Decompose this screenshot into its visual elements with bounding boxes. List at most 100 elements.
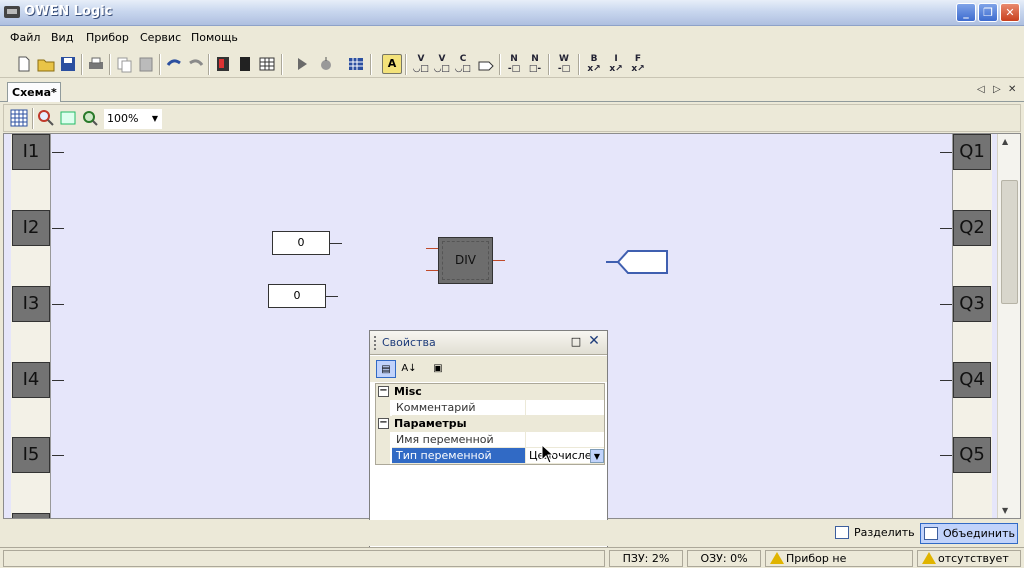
input-i5[interactable]: I5 [12,437,50,473]
property-value[interactable] [526,432,604,448]
const-c-icon[interactable]: C ◡□ [452,54,474,74]
device-status: Прибор не подключен [765,550,913,568]
app-icon [4,6,20,18]
menu-service[interactable]: Сервис [140,31,181,44]
output-q2[interactable]: Q2 [953,210,991,246]
property-row[interactable]: Тип переменной Целочисле ▼ [376,448,604,464]
text-a-icon[interactable]: A [382,54,402,74]
scroll-thumb[interactable] [1001,180,1018,304]
split-icon [835,526,849,539]
property-row[interactable]: Комментарий [376,400,604,416]
fit-page-icon[interactable] [58,108,78,128]
constant-block[interactable]: 0 [272,231,330,255]
grid-icon[interactable] [9,108,29,128]
chevron-down-icon[interactable]: ▼ [590,449,604,463]
var-v-icon[interactable]: V ◡□ [410,54,432,74]
status-bar: ПЗУ: 2% ОЗУ: 0% Прибор не подключен отсу… [0,547,1024,568]
row-gutter [376,448,390,464]
tab-close-icon[interactable]: ✕ [1008,84,1016,95]
license-status: отсутствует [917,550,1021,567]
table-icon[interactable] [257,54,277,74]
div-function-block[interactable]: DIV [438,237,493,284]
property-row[interactable]: Имя переменной [376,432,604,448]
toolbar-separator [159,54,161,75]
collapse-icon[interactable]: − [378,418,389,429]
output-variable-block[interactable] [604,249,670,275]
x-i-icon[interactable]: Ix↗ [605,54,627,74]
output-shape-icon[interactable] [476,54,496,74]
output-wire [940,228,952,229]
join-icon [924,527,938,540]
collapse-icon[interactable]: − [378,386,389,397]
tab-prev-icon[interactable]: ◁ [977,84,985,95]
zoom-in-icon[interactable] [80,108,100,128]
zoom-icon[interactable] [36,108,56,128]
input-i2[interactable]: I2 [12,210,50,246]
output-wire [940,380,952,381]
close-icon[interactable]: ✕ [587,334,601,348]
property-value[interactable] [526,400,604,416]
menu-file[interactable]: Файл [10,31,40,44]
copy-icon[interactable] [114,54,134,74]
play-icon[interactable] [292,54,312,74]
net-n2-icon[interactable]: N □- [524,54,546,74]
status-message [3,550,605,567]
scroll-up-icon[interactable]: ▲ [1002,137,1008,146]
undo-icon[interactable] [164,54,184,74]
ram-usage: ОЗУ: 0% [687,550,761,567]
dock-icon[interactable]: □ [570,336,582,348]
w-icon[interactable]: W -□ [553,54,575,74]
save-icon[interactable] [58,54,78,74]
property-pages-icon[interactable]: ▣ [428,360,448,378]
constant-block[interactable]: 0 [268,284,326,308]
close-button[interactable]: ✕ [1000,3,1020,22]
menu-view[interactable]: Вид [51,31,73,44]
paste-icon[interactable] [136,54,156,74]
toolbar-separator [109,54,111,75]
drag-handle[interactable] [374,336,378,350]
constant-wire [326,296,338,297]
input-wire [52,455,64,456]
tab-schema[interactable]: Схема* [7,82,61,102]
book-icon[interactable] [235,54,255,74]
inputs-rail: I1 I2 I3 I4 I5 [11,134,51,518]
x-b-icon[interactable]: Bx↗ [583,54,605,74]
redo-icon[interactable] [186,54,206,74]
join-label: Объединить [943,527,1015,540]
new-file-icon[interactable] [14,54,34,74]
title-bar: OWEN Logic _ ❐ ✕ [0,0,1024,26]
var-v2-icon[interactable]: V ◡□ [431,54,453,74]
layout-bar: Разделить Объединить [0,520,1024,546]
restore-button[interactable]: ❐ [978,3,998,22]
bookmark-icon[interactable] [213,54,233,74]
input-i4[interactable]: I4 [12,362,50,398]
input-i1[interactable]: I1 [12,134,50,170]
output-q1[interactable]: Q1 [953,134,991,170]
output-q5[interactable]: Q5 [953,437,991,473]
category-row: − Misc [376,384,604,400]
toolbar-separator [208,54,210,75]
split-button[interactable]: Разделить [832,523,916,544]
output-q4[interactable]: Q4 [953,362,991,398]
tab-next-icon[interactable]: ▷ [993,84,1001,95]
categorized-icon[interactable]: ▤ [376,360,396,378]
debug-icon[interactable] [316,54,336,74]
row-gutter [376,432,390,448]
print-icon[interactable] [86,54,106,74]
chevron-down-icon[interactable]: ▼ [148,110,162,128]
open-folder-icon[interactable] [36,54,56,74]
grid-device-icon[interactable] [346,54,366,74]
net-n-icon[interactable]: N -□ [503,54,525,74]
minimize-button[interactable]: _ [956,3,976,22]
join-button[interactable]: Объединить [920,523,1018,544]
scroll-down-icon[interactable]: ▼ [1002,506,1008,515]
menu-device[interactable]: Прибор [86,31,129,44]
property-name: Комментарий [392,400,526,416]
sort-az-icon[interactable]: A↓ [399,360,419,378]
x-f-icon[interactable]: Fx↗ [627,54,649,74]
input-wire [52,380,64,381]
vertical-scrollbar[interactable]: ▲ ▼ [997,134,1020,518]
input-i3[interactable]: I3 [12,286,50,322]
menu-help[interactable]: Помощь [191,31,238,44]
output-q3[interactable]: Q3 [953,286,991,322]
